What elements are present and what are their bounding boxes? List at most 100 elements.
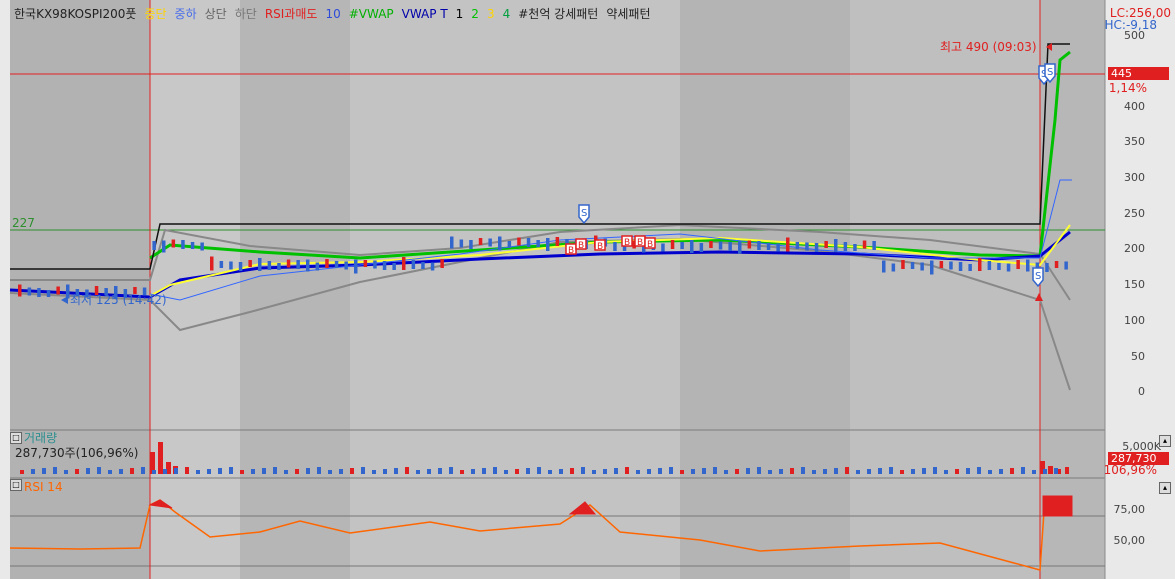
candle <box>344 261 348 270</box>
rsi-tick-75: 75,00 <box>1113 503 1146 516</box>
candle <box>546 238 550 251</box>
volume-bar <box>845 467 849 474</box>
volume-bar <box>900 470 904 474</box>
volume-bar <box>1048 466 1053 474</box>
volume-bar <box>559 469 563 474</box>
signal-b-label-2: B <box>578 241 584 251</box>
volume-bar <box>702 468 706 474</box>
panel-menu-button[interactable]: □ <box>10 432 22 444</box>
volume-bar <box>966 468 970 474</box>
volume-bar <box>691 469 695 474</box>
candle <box>392 263 396 270</box>
volume-bar <box>75 469 79 474</box>
volume-collapse-button[interactable]: ▴ <box>1159 435 1171 447</box>
volume-panel-title: 거래량 <box>24 431 58 445</box>
signal-s-label-3: S <box>1047 67 1053 78</box>
volume-bar <box>999 469 1003 474</box>
volume-bar <box>680 470 684 474</box>
candle <box>411 260 416 269</box>
candle <box>190 242 195 249</box>
session-shade-7 <box>1040 0 1105 579</box>
volume-bar <box>746 468 750 474</box>
candle <box>258 258 262 271</box>
volume-bar <box>229 467 233 474</box>
price-tick-150: 150 <box>1124 278 1145 291</box>
volume-bar <box>669 467 673 474</box>
volume-bar <box>526 468 530 474</box>
price-tick-400: 400 <box>1124 100 1145 113</box>
candle <box>421 262 425 269</box>
volume-bar <box>251 469 255 474</box>
candle <box>27 287 32 296</box>
volume-bar <box>460 470 464 474</box>
price-tick-250: 250 <box>1124 207 1145 220</box>
volume-bar <box>119 469 123 474</box>
candle <box>555 237 560 246</box>
volume-bar <box>108 470 112 474</box>
candle <box>46 290 51 297</box>
candle <box>440 259 444 268</box>
candle <box>728 242 732 251</box>
candle <box>517 237 521 246</box>
legend-item-bull-pattern: #천억 강세패턴 <box>518 7 599 21</box>
panel-menu-button-rsi[interactable]: □ <box>10 479 22 491</box>
candle <box>738 241 742 254</box>
volume-bar <box>152 470 156 474</box>
volume-bar <box>174 468 178 474</box>
candle <box>162 240 166 253</box>
rsi-tick-50: 50,00 <box>1113 534 1146 547</box>
candle <box>171 239 176 248</box>
legend-item-10: 10 <box>325 7 341 21</box>
candle <box>373 260 377 269</box>
candle <box>229 261 233 270</box>
session-shade-6 <box>850 0 1040 579</box>
volume-bar <box>548 470 552 474</box>
trading-chart-window: S S S S B B B B B B 한국KX98KOSPI200풋 중단 중… <box>0 0 1175 579</box>
volume-bar <box>218 468 222 474</box>
volume-bar <box>31 469 35 474</box>
volume-bar <box>988 470 992 474</box>
volume-bar <box>636 470 640 474</box>
volume-bar <box>97 467 101 474</box>
candle <box>430 262 435 271</box>
volume-bar <box>878 468 882 474</box>
candle <box>1045 263 1049 272</box>
candle <box>277 263 281 270</box>
candle <box>862 240 867 249</box>
candle <box>699 243 704 252</box>
signal-s-label-4: S <box>1035 271 1041 282</box>
volume-bar <box>790 468 794 474</box>
candle <box>776 243 780 252</box>
current-change-label: 1,14% <box>1108 81 1147 95</box>
candle <box>939 261 944 268</box>
legend-item-upper: 상단 <box>204 7 227 21</box>
candle <box>670 240 675 249</box>
candle <box>1054 261 1059 268</box>
volume-bar <box>20 470 24 474</box>
candle <box>152 241 156 250</box>
candle <box>805 242 809 251</box>
rsi-collapse-button[interactable]: ▴ <box>1159 482 1171 494</box>
candle <box>478 238 483 245</box>
candle <box>843 242 848 251</box>
volume-bar <box>812 470 816 474</box>
volume-bar <box>350 468 354 474</box>
volume-bar <box>273 467 277 474</box>
candle <box>325 259 329 268</box>
volume-bar <box>977 467 981 474</box>
candle <box>18 284 22 297</box>
volume-bar <box>592 470 596 474</box>
volume-bar <box>757 467 761 474</box>
candle <box>469 240 473 249</box>
candle <box>181 240 185 249</box>
volume-bar <box>504 470 508 474</box>
volume-bar <box>658 468 662 474</box>
price-chart-svg: S S S S B B B B B B <box>0 0 1175 579</box>
candle <box>296 260 300 269</box>
volume-bar <box>581 467 585 474</box>
candle <box>363 260 368 267</box>
volume-bar <box>570 468 574 474</box>
price-tick-350: 350 <box>1124 135 1145 148</box>
candle <box>219 261 224 268</box>
candle <box>882 260 886 273</box>
